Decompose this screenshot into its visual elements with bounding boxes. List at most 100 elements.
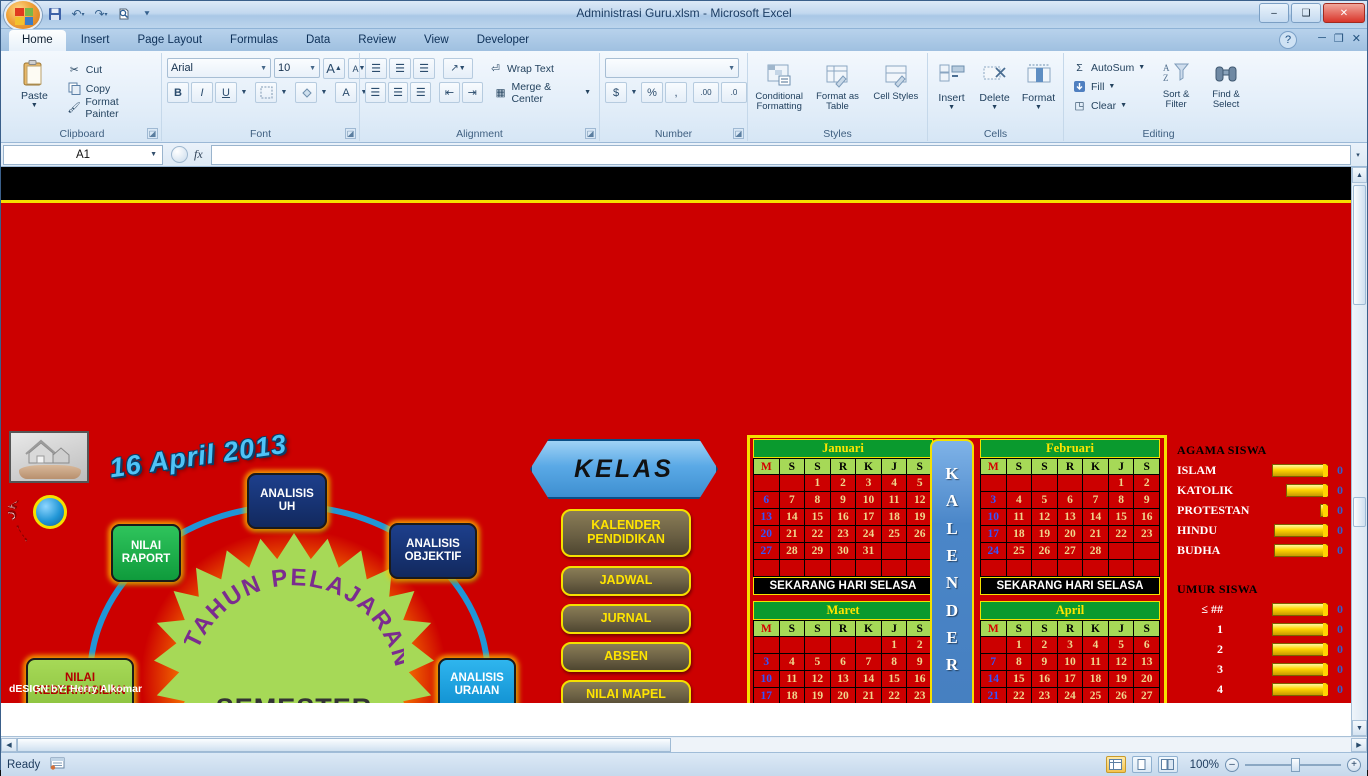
node-analisis-objektif[interactable]: ANALISIS OBJEKTIF <box>389 523 477 579</box>
node-analisis-uraian[interactable]: ANALISIS URAIAN <box>438 658 516 703</box>
wrap-text-button[interactable]: ⏎ Wrap Text <box>485 59 557 78</box>
zoom-out-button[interactable]: – <box>1225 757 1239 772</box>
window-controls[interactable]: – ❑ ✕ <box>1259 3 1365 23</box>
node-nilai-raport[interactable]: NILAI RAPORT <box>111 524 181 582</box>
decrease-decimal-button[interactable]: .0 <box>721 82 747 103</box>
cut-button[interactable]: ✂ Cut <box>64 60 156 79</box>
format-painter-button[interactable]: 🖌 Format Painter <box>64 96 156 120</box>
page-break-view-button[interactable] <box>1157 756 1178 773</box>
underline-dropdown-icon[interactable]: ▼ <box>239 82 249 103</box>
find-select-button[interactable]: Find & Select <box>1204 58 1248 111</box>
percent-button[interactable]: % <box>641 82 663 103</box>
node-analisis-uh[interactable]: ANALISIS UH <box>247 473 327 529</box>
zoom-in-button[interactable]: + <box>1347 757 1361 772</box>
align-left-button[interactable]: ☰ <box>365 82 386 103</box>
grow-font-button[interactable]: A ▲ <box>323 58 345 79</box>
font-dialog-launcher[interactable]: ◪ <box>345 128 356 139</box>
normal-view-button[interactable] <box>1105 756 1126 773</box>
tab-developer[interactable]: Developer <box>464 30 542 51</box>
button-kalender-pendidikan[interactable]: KALENDER PENDIDIKAN <box>561 509 691 557</box>
clear-button[interactable]: ◳ Clear ▼ <box>1069 96 1148 115</box>
autosum-button[interactable]: Σ AutoSum ▼ <box>1069 58 1148 77</box>
maximize-button[interactable]: ❑ <box>1291 3 1321 23</box>
increase-decimal-button[interactable]: .00 <box>693 82 719 103</box>
help-icon[interactable]: ? <box>1279 31 1297 49</box>
hscroll-track[interactable] <box>17 737 1351 752</box>
zoom-slider-thumb[interactable] <box>1291 757 1300 772</box>
button-jadwal[interactable]: JADWAL <box>561 566 691 596</box>
chevron-down-icon[interactable]: ▼ <box>150 151 157 158</box>
doc-minimize-icon[interactable]: ─ <box>1318 32 1326 45</box>
vertical-scrollbar[interactable]: ▲ ▼ <box>1351 167 1367 736</box>
doc-restore-icon[interactable]: ❐ <box>1334 32 1344 45</box>
formula-expand-icon[interactable]: ▾ <box>1351 151 1365 159</box>
tab-formulas[interactable]: Formulas <box>217 30 291 51</box>
macro-record-icon[interactable] <box>50 756 65 773</box>
cancel-enter-icons[interactable] <box>171 146 188 163</box>
format-as-table-button[interactable]: Format as Table <box>811 60 863 113</box>
hscroll-thumb[interactable] <box>17 737 671 752</box>
fill-color-button[interactable] <box>295 82 317 103</box>
comma-button[interactable]: , <box>665 82 687 103</box>
page-layout-view-button[interactable] <box>1131 756 1152 773</box>
orientation-button[interactable]: ↗ ▼ <box>443 58 473 79</box>
align-bottom-button[interactable]: ☰ <box>413 58 435 79</box>
fill-button[interactable]: Fill ▼ <box>1069 77 1148 96</box>
insert-function-icon[interactable]: fx <box>194 147 203 162</box>
align-right-button[interactable]: ☰ <box>410 82 432 103</box>
align-middle-button[interactable]: ☰ <box>389 58 411 79</box>
currency-button[interactable]: $ <box>605 82 627 103</box>
paste-dropdown-icon[interactable]: ▼ <box>31 102 38 109</box>
borders-dropdown-icon[interactable]: ▼ <box>279 82 289 103</box>
scroll-up-icon[interactable]: ▲ <box>1352 167 1367 183</box>
horizontal-scrollbar[interactable]: ◀ ▶ <box>1 736 1367 752</box>
vscroll-thumb[interactable] <box>1353 185 1366 305</box>
insert-cells-button[interactable]: Insert ▼ <box>933 60 970 111</box>
number-format-combo[interactable]: ▼ <box>605 58 739 78</box>
scroll-right-icon[interactable]: ▶ <box>1351 737 1367 752</box>
paste-button[interactable]: Paste ▼ <box>8 58 61 109</box>
font-name-combo[interactable]: Arial ▼ <box>167 58 271 78</box>
alignment-dialog-launcher[interactable]: ◪ <box>585 128 596 139</box>
tab-review[interactable]: Review <box>345 30 409 51</box>
vscroll-thumb-secondary[interactable] <box>1353 497 1366 527</box>
decrease-indent-button[interactable]: ⇤ <box>439 82 460 103</box>
align-top-button[interactable]: ☰ <box>365 58 387 79</box>
button-nilai-mapel[interactable]: NILAI MAPEL <box>561 680 691 703</box>
button-jurnal[interactable]: JURNAL <box>561 604 691 634</box>
scroll-left-icon[interactable]: ◀ <box>1 737 17 752</box>
number-dialog-launcher[interactable]: ◪ <box>733 128 744 139</box>
zoom-slider[interactable] <box>1245 757 1341 772</box>
italic-button[interactable]: I <box>191 82 213 103</box>
align-center-button[interactable]: ☰ <box>387 82 409 103</box>
format-cells-button[interactable]: Format ▼ <box>1019 60 1058 111</box>
underline-button[interactable]: U <box>215 82 237 103</box>
delete-cells-button[interactable]: Delete ▼ <box>975 60 1014 111</box>
fill-color-dropdown-icon[interactable]: ▼ <box>319 82 329 103</box>
tab-home[interactable]: Home <box>9 30 66 51</box>
formula-input[interactable] <box>210 144 1351 165</box>
font-size-combo[interactable]: 10 ▼ <box>274 58 320 78</box>
tab-page-layout[interactable]: Page Layout <box>124 30 215 51</box>
scroll-down-icon[interactable]: ▼ <box>1352 720 1367 736</box>
increase-indent-button[interactable]: ⇥ <box>461 82 483 103</box>
font-color-button[interactable]: A <box>335 82 357 103</box>
doc-close-icon[interactable]: ✕ <box>1352 32 1361 45</box>
close-button[interactable]: ✕ <box>1323 3 1365 23</box>
merge-center-button[interactable]: ▦ Merge & Center ▼ <box>491 81 594 105</box>
clipboard-dialog-launcher[interactable]: ◪ <box>147 128 158 139</box>
currency-dropdown-icon[interactable]: ▼ <box>629 82 639 103</box>
sort-filter-button[interactable]: AZ Sort & Filter <box>1154 58 1198 111</box>
node-nilai-keberhasilan[interactable]: NILAI KEBERHASILAN <box>26 658 134 703</box>
tab-data[interactable]: Data <box>293 30 343 51</box>
tab-insert[interactable]: Insert <box>68 30 123 51</box>
conditional-formatting-button[interactable]: Conditional Formatting <box>753 60 805 113</box>
minimize-button[interactable]: – <box>1259 3 1289 23</box>
cell-styles-button[interactable]: Cell Styles <box>870 60 922 102</box>
borders-button[interactable] <box>255 82 277 103</box>
name-box[interactable]: A1 ▼ <box>3 144 163 165</box>
tab-view[interactable]: View <box>411 30 462 51</box>
button-absen[interactable]: ABSEN <box>561 642 691 672</box>
informasi-badge[interactable]: INFORMASI <box>5 469 87 551</box>
bold-button[interactable]: B <box>167 82 189 103</box>
